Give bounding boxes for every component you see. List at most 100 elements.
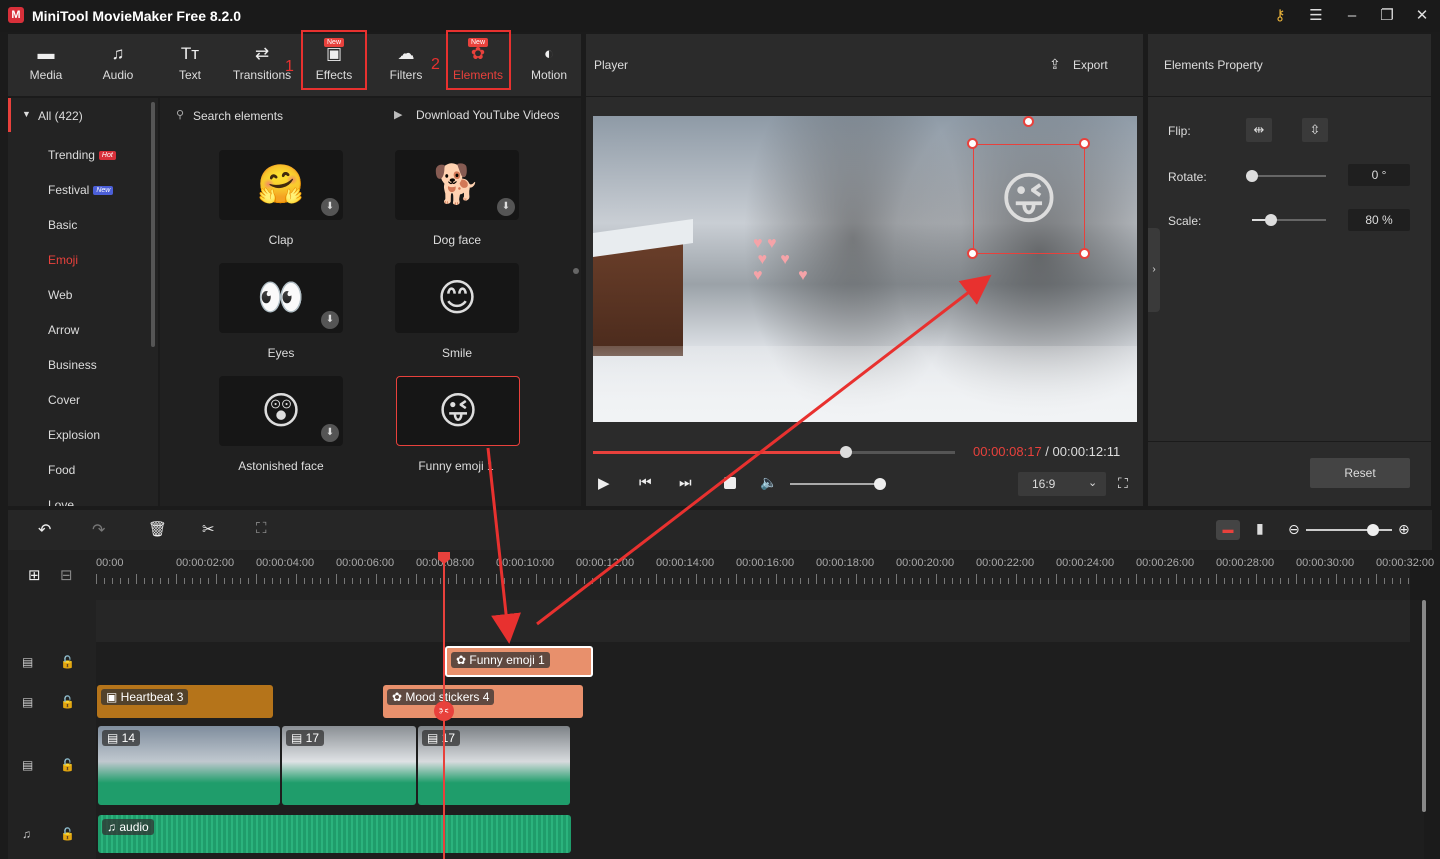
- collapse-arrow-icon[interactable]: ▼: [22, 109, 31, 119]
- key-icon[interactable]: ⚷: [1270, 6, 1290, 26]
- remove-track-icon[interactable]: ⊟: [60, 566, 73, 584]
- category-explosion[interactable]: Explosion: [48, 428, 100, 442]
- volume-handle[interactable]: [874, 478, 887, 490]
- lock-icon[interactable]: 🔓: [60, 655, 75, 669]
- fullscreen-icon[interactable]: ⛶: [1118, 475, 1128, 492]
- tab-text[interactable]: Tт Text: [154, 34, 226, 96]
- progress-handle[interactable]: [840, 446, 853, 458]
- tab-motion[interactable]: ◐ Motion: [517, 34, 581, 96]
- lock-icon[interactable]: 🔓: [60, 758, 75, 772]
- previous-frame-icon[interactable]: ⏮: [639, 474, 652, 491]
- crop-icon[interactable]: ⛶: [256, 520, 267, 537]
- clip-mood-stickers[interactable]: ✿ Mood stickers 4: [383, 685, 583, 718]
- category-love[interactable]: Love: [48, 498, 74, 506]
- download-icon[interactable]: ⬇: [497, 198, 515, 216]
- resize-handle[interactable]: [1079, 138, 1090, 149]
- close-icon[interactable]: ✕: [1412, 6, 1432, 26]
- tab-filters[interactable]: ☁ Filters: [374, 34, 438, 96]
- tab-audio[interactable]: ♫ Audio: [82, 34, 154, 96]
- rotate-slider[interactable]: [1246, 170, 1326, 182]
- element-tile-astonished-face[interactable]: 😲 ⬇: [219, 376, 343, 446]
- playhead[interactable]: [443, 552, 445, 859]
- audio-mixer-icon[interactable]: ▮: [1256, 520, 1264, 537]
- fit-timeline-icon[interactable]: ▬: [1216, 520, 1240, 540]
- panel-collapse-handle[interactable]: [573, 268, 579, 274]
- ruler-tick-mark: [264, 578, 265, 584]
- clip-video-1[interactable]: ▤ 14: [98, 726, 280, 805]
- clip-funny-emoji[interactable]: ✿ Funny emoji 1: [445, 646, 593, 677]
- play-icon[interactable]: ▶: [598, 474, 610, 492]
- download-youtube-link[interactable]: Download YouTube Videos: [416, 108, 559, 122]
- add-track-icon[interactable]: ⊞: [28, 566, 41, 584]
- search-input[interactable]: Search elements: [193, 109, 283, 123]
- clip-heartbeat[interactable]: ▣ Heartbeat 3: [97, 685, 273, 718]
- lock-icon[interactable]: 🔓: [60, 827, 75, 841]
- ruler-tick-mark: [744, 578, 745, 584]
- progress-track[interactable]: [593, 446, 955, 458]
- rotate-handle[interactable]: [1023, 116, 1034, 127]
- scale-value-input[interactable]: 80 %: [1348, 209, 1410, 231]
- clip-video-2[interactable]: ▤ 17: [282, 726, 416, 805]
- split-scissors-icon[interactable]: ✂: [202, 520, 215, 538]
- category-festival[interactable]: Festival New: [48, 183, 114, 197]
- resize-handle[interactable]: [967, 248, 978, 259]
- menu-icon[interactable]: ☰: [1306, 6, 1326, 26]
- element-tile-smile[interactable]: 😊: [395, 263, 519, 333]
- hearts-sticker[interactable]: ♥ ♥ ♥ ♥ ♥ ♥: [753, 236, 808, 284]
- download-icon[interactable]: ⬇: [321, 198, 339, 216]
- zoom-handle[interactable]: [1367, 524, 1380, 536]
- clip-video-3[interactable]: ▤ 17: [418, 726, 570, 805]
- redo-icon[interactable]: ↷: [92, 520, 105, 540]
- zoom-out-icon[interactable]: ⊖: [1288, 521, 1300, 538]
- minimize-icon[interactable]: –: [1342, 6, 1362, 26]
- category-emoji[interactable]: Emoji: [48, 253, 78, 267]
- scale-slider[interactable]: [1252, 214, 1326, 226]
- download-icon[interactable]: ⬇: [321, 424, 339, 442]
- zoom-slider[interactable]: [1306, 524, 1392, 536]
- tracks-scrollbar[interactable]: [1422, 600, 1426, 812]
- element-selection-box[interactable]: 😜: [973, 144, 1085, 254]
- download-icon[interactable]: ⬇: [321, 311, 339, 329]
- volume-slider[interactable]: [790, 478, 887, 490]
- category-web[interactable]: Web: [48, 288, 72, 302]
- tab-media[interactable]: ▬ Media: [8, 34, 84, 96]
- flip-vertical-icon[interactable]: ⇳: [1302, 118, 1328, 142]
- app-logo-icon: M: [8, 7, 24, 23]
- element-tile-dog-face[interactable]: 🐕 ⬇: [395, 150, 519, 220]
- reset-button[interactable]: Reset: [1310, 458, 1410, 488]
- search-icon[interactable]: ⚲: [176, 108, 184, 121]
- delete-icon[interactable]: 🗑: [148, 520, 167, 538]
- stop-icon[interactable]: [724, 477, 736, 489]
- rotate-handle[interactable]: [1246, 170, 1258, 182]
- category-basic[interactable]: Basic: [48, 218, 77, 232]
- element-tile-funny-emoji-1[interactable]: 😜: [396, 376, 520, 446]
- category-all[interactable]: All (422): [38, 109, 83, 123]
- timeline-ruler[interactable]: 00:00 00:00:02:00 00:00:04:00 00:00:06:00 00…: [96, 550, 1434, 600]
- element-tile-eyes[interactable]: 👀 ⬇: [219, 263, 343, 333]
- category-cover[interactable]: Cover: [48, 393, 80, 407]
- undo-icon[interactable]: ↶: [38, 520, 51, 540]
- next-frame-icon[interactable]: ⏭: [679, 474, 692, 491]
- ruler-tick-mark: [632, 578, 633, 584]
- category-business[interactable]: Business: [48, 358, 97, 372]
- resize-handle[interactable]: [1079, 248, 1090, 259]
- clip-audio[interactable]: ♫ audio: [98, 815, 571, 853]
- aspect-ratio-select[interactable]: 16:9 ⌄: [1018, 472, 1106, 496]
- zoom-in-icon[interactable]: ⊕: [1398, 521, 1410, 538]
- maximize-icon[interactable]: ❐: [1377, 6, 1397, 26]
- rotate-value-input[interactable]: 0 °: [1348, 164, 1410, 186]
- category-food[interactable]: Food: [48, 463, 75, 477]
- element-tile-clap[interactable]: 🤗 ⬇: [219, 150, 343, 220]
- ruler-tick-mark: [1384, 578, 1385, 584]
- flip-horizontal-icon[interactable]: ⇹: [1246, 118, 1272, 142]
- volume-icon[interactable]: 🔈: [760, 474, 777, 491]
- category-arrow[interactable]: Arrow: [48, 323, 79, 337]
- scale-handle[interactable]: [1264, 214, 1277, 226]
- video-preview[interactable]: ♥ ♥ ♥ ♥ ♥ ♥ 😜: [593, 116, 1137, 422]
- scrollbar[interactable]: [151, 102, 155, 347]
- export-button[interactable]: Export: [1073, 58, 1108, 72]
- lock-icon[interactable]: 🔓: [60, 695, 75, 709]
- panel-expand-handle[interactable]: ›: [1148, 228, 1160, 312]
- category-trending[interactable]: Trending Hot: [48, 148, 116, 162]
- resize-handle[interactable]: [967, 138, 978, 149]
